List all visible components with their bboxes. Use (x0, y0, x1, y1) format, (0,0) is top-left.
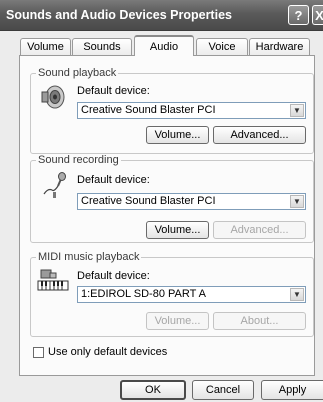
title-bar[interactable]: Sounds and Audio Devices Properties ? X (0, 0, 323, 31)
button-label: Volume... (154, 129, 201, 141)
recording-device-label: Default device: (77, 174, 150, 186)
button-label: Apply (278, 384, 307, 396)
button-label: Volume... (154, 224, 201, 236)
group-title: Sound recording (36, 154, 121, 166)
chevron-down-icon[interactable]: ▼ (290, 288, 304, 301)
selected-value: 1:EDIROL SD-80 PART A (81, 288, 206, 300)
button-label: Cancel (205, 384, 241, 396)
speaker-icon (41, 85, 65, 109)
tab-label: Voice (208, 41, 236, 53)
use-default-devices-label[interactable]: Use only default devices (48, 346, 167, 358)
playback-advanced-button[interactable]: Advanced... (213, 126, 306, 144)
button-label: About... (240, 315, 279, 327)
ok-button[interactable]: OK (120, 380, 186, 400)
help-icon: ? (294, 7, 303, 23)
help-button[interactable]: ? (288, 5, 309, 25)
midi-device-label: Default device: (77, 270, 150, 282)
use-default-devices-checkbox[interactable] (33, 347, 44, 358)
dialog-window: Sounds and Audio Devices Properties ? X … (0, 0, 323, 402)
button-label: OK (145, 384, 161, 396)
button-label: Advanced... (230, 224, 289, 236)
tab-sounds[interactable]: Sounds (72, 38, 132, 55)
playback-volume-button[interactable]: Volume... (146, 126, 209, 144)
close-button[interactable]: X (312, 5, 323, 25)
chevron-down-icon[interactable]: ▼ (290, 195, 304, 208)
microphone-icon (43, 172, 66, 198)
selected-value: Creative Sound Blaster PCI (81, 104, 216, 116)
tab-hardware[interactable]: Hardware (249, 38, 310, 55)
chevron-down-icon[interactable]: ▼ (290, 104, 304, 117)
tab-label: Audio (149, 40, 179, 53)
tab-volume[interactable]: Volume (20, 38, 71, 55)
tab-label: Sounds (83, 41, 121, 53)
selected-value: Creative Sound Blaster PCI (81, 195, 216, 207)
tab-audio[interactable]: Audio (134, 35, 194, 56)
button-label: Volume... (154, 315, 201, 327)
midi-about-button: About... (213, 312, 306, 330)
midi-device-select[interactable]: 1:EDIROL SD-80 PART A ▼ (77, 286, 306, 303)
recording-volume-button[interactable]: Volume... (146, 221, 209, 239)
recording-advanced-button: Advanced... (213, 221, 306, 239)
midi-keyboard-icon (37, 269, 69, 291)
group-title: Sound playback (36, 67, 119, 79)
apply-button[interactable]: Apply (261, 380, 323, 400)
midi-volume-button: Volume... (146, 312, 209, 330)
cancel-button[interactable]: Cancel (192, 380, 254, 400)
playback-device-label: Default device: (77, 85, 150, 97)
playback-device-select[interactable]: Creative Sound Blaster PCI ▼ (77, 102, 306, 119)
window-title: Sounds and Audio Devices Properties (6, 8, 232, 22)
close-icon: X (315, 7, 323, 23)
button-label: Advanced... (230, 129, 289, 141)
group-title: MIDI music playback (36, 251, 142, 263)
tab-label: Hardware (255, 41, 304, 53)
recording-device-select[interactable]: Creative Sound Blaster PCI ▼ (77, 193, 306, 210)
tab-label: Volume (27, 41, 64, 53)
tab-voice[interactable]: Voice (196, 38, 248, 55)
